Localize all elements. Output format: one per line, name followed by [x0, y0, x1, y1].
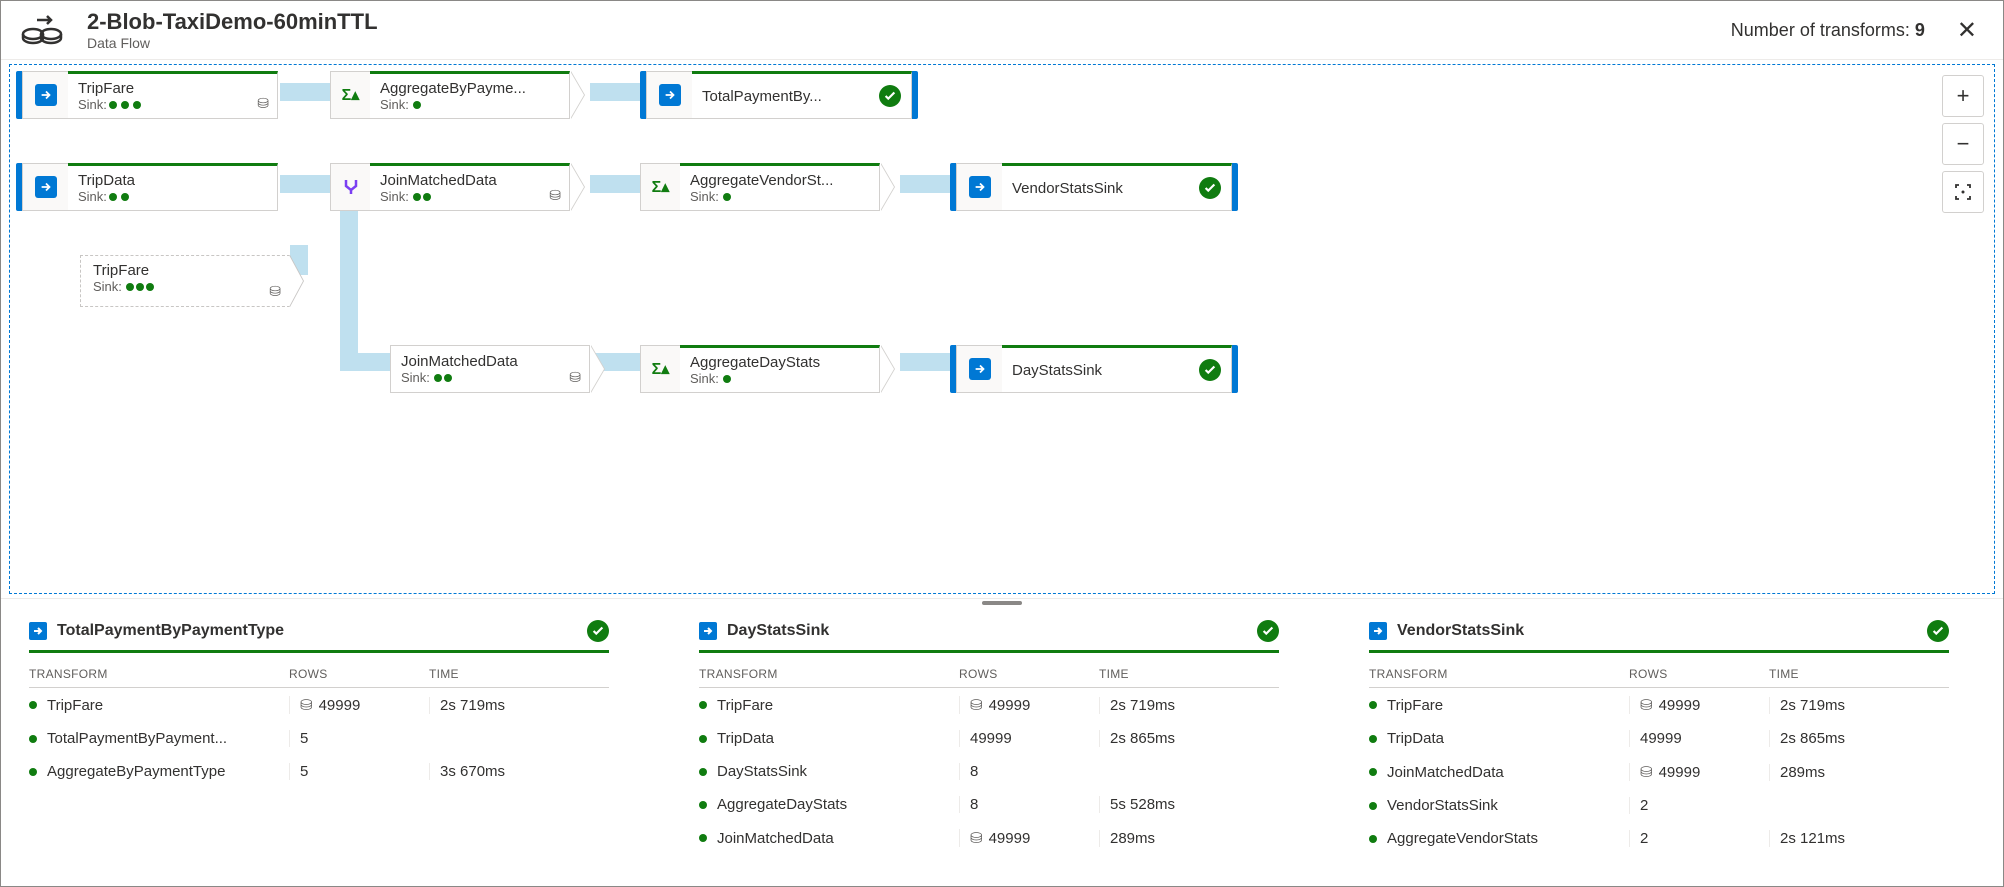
node-joinmatcheddata[interactable]: JoinMatchedData Sink: ⛁: [330, 163, 584, 211]
node-daystats-sink[interactable]: DayStatsSink: [950, 345, 1250, 393]
sink-icon: [1369, 622, 1387, 640]
success-icon: [587, 620, 609, 642]
sink-icon: [646, 71, 692, 119]
panel-title: VendorStatsSink: [1397, 622, 1917, 640]
page-subtitle: Data Flow: [87, 35, 1731, 51]
table-row: VendorStatsSink2: [1369, 789, 1949, 822]
panel-column-headers: TRANSFORMROWSTIME: [1369, 661, 1949, 688]
dataflow-icon: [19, 10, 67, 50]
panel-title: TotalPaymentByPaymentType: [57, 622, 577, 640]
node-sink: Sink:: [380, 97, 559, 112]
table-row: JoinMatchedData⛁49999289ms: [699, 821, 1279, 855]
node-title: TripFare: [93, 262, 277, 279]
panel-rows-2: TripFare⛁499992s 719msTripData499992s 86…: [699, 688, 1279, 855]
node-aggregate-day[interactable]: Σ▴ AggregateDayStats Sink:: [640, 345, 894, 393]
table-row: TripFare⛁499992s 719ms: [29, 688, 609, 722]
table-row: AggregateDayStats85s 528ms: [699, 788, 1279, 821]
node-title: DayStatsSink: [1012, 362, 1102, 379]
table-row: AggregateByPaymentType53s 670ms: [29, 755, 609, 788]
panel-totalpayment: TotalPaymentByPaymentType TRANSFORMROWST…: [29, 620, 609, 855]
transforms-count-label: Number of transforms: 9: [1731, 20, 1925, 41]
node-tripdata-source[interactable]: TripData Sink:: [16, 163, 296, 211]
source-icon: [22, 71, 68, 119]
database-icon: ⛁: [269, 283, 281, 300]
table-row: TotalPaymentByPayment...5: [29, 722, 609, 755]
node-title: JoinMatchedData: [401, 353, 579, 370]
dataflow-canvas[interactable]: TripFare Sink: ⛁ Σ▴ AggregateByPayme... …: [9, 64, 1995, 594]
node-tripfare-source[interactable]: TripFare Sink: ⛁: [16, 71, 296, 119]
zoom-out-button[interactable]: −: [1942, 123, 1984, 165]
header: 2-Blob-TaxiDemo-60minTTL Data Flow Numbe…: [1, 1, 2003, 60]
table-row: TripFare⛁499992s 719ms: [1369, 688, 1949, 722]
sink-icon: [29, 622, 47, 640]
node-totalpayment-sink[interactable]: TotalPaymentBy...: [640, 71, 930, 119]
node-sink: Sink:: [380, 189, 559, 204]
zoom-fit-button[interactable]: [1942, 171, 1984, 213]
node-tripfare-reference[interactable]: TripFare Sink: ⛁: [80, 255, 290, 307]
panel-column-headers: TRANSFORMROWSTIME: [29, 661, 609, 688]
node-sink: Sink:: [690, 371, 869, 386]
table-row: TripData499992s 865ms: [1369, 722, 1949, 755]
close-button[interactable]: ✕: [1949, 12, 1985, 49]
join-icon: [330, 163, 370, 211]
aggregate-icon: Σ▴: [330, 71, 370, 119]
node-title: AggregateByPayme...: [380, 80, 559, 97]
node-title: AggregateVendorSt...: [690, 172, 869, 189]
success-icon: [879, 85, 901, 107]
zoom-controls: + −: [1942, 75, 1984, 213]
node-vendorstats-sink[interactable]: VendorStatsSink: [950, 163, 1250, 211]
aggregate-icon: Σ▴: [640, 163, 680, 211]
success-icon: [1199, 177, 1221, 199]
node-aggregate-payment[interactable]: Σ▴ AggregateByPayme... Sink:: [330, 71, 584, 119]
node-sink: Sink: ⛁: [93, 279, 277, 294]
database-icon: ⛁: [549, 187, 561, 204]
node-title: JoinMatchedData: [380, 172, 559, 189]
node-title: TotalPaymentBy...: [702, 88, 822, 105]
database-icon: ⛁: [569, 369, 581, 386]
panel-vendorstats: VendorStatsSink TRANSFORMROWSTIME TripFa…: [1369, 620, 1949, 855]
node-sink: Sink:: [401, 370, 579, 385]
panel-rows-3: TripFare⛁499992s 719msTripData499992s 86…: [1369, 688, 1949, 855]
table-row: DayStatsSink8: [699, 755, 1279, 788]
node-title: VendorStatsSink: [1012, 180, 1123, 197]
node-sink: Sink:: [78, 97, 267, 112]
splitter[interactable]: [1, 598, 2003, 606]
source-icon: [22, 163, 68, 211]
node-title: TripData: [78, 172, 267, 189]
panel-column-headers: TRANSFORMROWSTIME: [699, 661, 1279, 688]
node-sink: Sink:: [78, 189, 267, 204]
node-aggregate-vendor[interactable]: Σ▴ AggregateVendorSt... Sink:: [640, 163, 894, 211]
page-title: 2-Blob-TaxiDemo-60minTTL: [87, 9, 1731, 35]
success-icon: [1927, 620, 1949, 642]
results-panels: TotalPaymentByPaymentType TRANSFORMROWST…: [1, 606, 2003, 869]
node-sink: Sink:: [690, 189, 869, 204]
aggregate-icon: Σ▴: [640, 345, 680, 393]
table-row: TripData499992s 865ms: [699, 722, 1279, 755]
success-icon: [1257, 620, 1279, 642]
node-title: AggregateDayStats: [690, 354, 869, 371]
panel-title: DayStatsSink: [727, 622, 1247, 640]
sink-icon: [956, 163, 1002, 211]
node-title: TripFare: [78, 80, 267, 97]
database-icon: ⛁: [257, 95, 269, 112]
panel-daystats: DayStatsSink TRANSFORMROWSTIME TripFare⛁…: [699, 620, 1279, 855]
zoom-in-button[interactable]: +: [1942, 75, 1984, 117]
table-row: TripFare⛁499992s 719ms: [699, 688, 1279, 722]
table-row: JoinMatchedData⛁49999289ms: [1369, 755, 1949, 789]
sink-icon: [699, 622, 717, 640]
node-joinmatcheddata-ref[interactable]: JoinMatchedData Sink: ⛁: [390, 345, 604, 393]
panel-rows-1: TripFare⛁499992s 719msTotalPaymentByPaym…: [29, 688, 609, 788]
success-icon: [1199, 359, 1221, 381]
sink-icon: [956, 345, 1002, 393]
table-row: AggregateVendorStats22s 121ms: [1369, 822, 1949, 855]
